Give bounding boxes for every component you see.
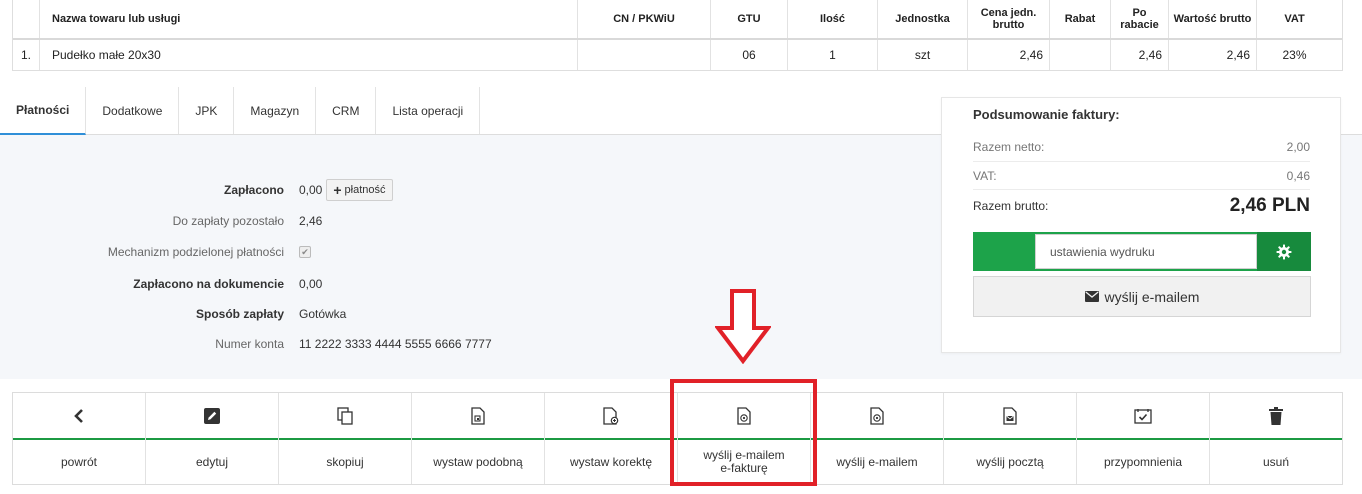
table-row[interactable]: 1. Pudełko małe 20x30 06 1 szt 2,46 2,46… (13, 40, 1342, 70)
header-vat: VAT (1284, 13, 1305, 25)
invoice-items-table: Nazwa towaru lub usługi CN / PKWiU GTU I… (12, 0, 1343, 71)
vat-label: VAT: (973, 168, 997, 183)
edit-label: edytuj (195, 454, 229, 469)
print-settings-field[interactable]: ustawienia wydruku (1035, 234, 1265, 269)
paid-on-document-value: 0,00 (299, 277, 323, 291)
cell-qty: 1 (788, 40, 878, 70)
header-gtu: GTU (711, 0, 788, 38)
tab-dodatkowe[interactable]: Dodatkowe (86, 87, 180, 134)
send-email-button[interactable]: wyślij e-mailem (973, 276, 1311, 317)
payment-method-label: Sposób zapłaty (195, 307, 284, 321)
paid-label: Zapłacono (223, 183, 284, 197)
tab-lista-operacji[interactable]: Lista operacji (376, 87, 481, 134)
envelope-icon (1084, 291, 1099, 302)
cell-gross-value: 2,46 (1169, 40, 1257, 70)
net-value: 2,00 (1286, 139, 1310, 154)
cell-gtu: 06 (711, 40, 788, 70)
gear-icon (1276, 244, 1292, 259)
header-unit: Jednostka (878, 0, 968, 38)
cell-name: Pudełko małe 20x30 (40, 40, 578, 70)
header-qty: Ilość (788, 0, 878, 38)
split-payment-label: Mechanizm podzielonej płatności (107, 245, 284, 259)
header-discount: Rabat (1050, 0, 1111, 38)
header-lp (13, 0, 40, 38)
remaining-row: Do zapłaty pozostało 2,46 (0, 211, 700, 231)
paid-on-document-label: Zapłacono na dokumencie (133, 277, 284, 291)
cell-discount (1050, 40, 1111, 70)
copy-button[interactable]: skopiuj (279, 393, 412, 484)
paid-on-document-row: Zapłacono na dokumencie 0,00 (0, 274, 700, 294)
back-button[interactable]: powrót (13, 393, 146, 484)
issue-correction-button[interactable]: wystaw korektę (545, 393, 678, 484)
delete-button[interactable]: usuń (1210, 393, 1342, 484)
gross-label: Razem brutto: (973, 199, 1049, 213)
payment-method-row: Sposób zapłaty Gotówka (0, 304, 700, 324)
issue-correction-label: wystaw korektę (569, 454, 653, 469)
cell-vat: 23% (1282, 48, 1307, 62)
annotation-highlight-box (670, 379, 817, 486)
header-gross-value: Wartość brutto (1169, 0, 1257, 38)
payment-method-value: Gotówka (299, 307, 347, 321)
remaining-value: 2,46 (299, 214, 323, 228)
reminders-button[interactable]: przypomnienia (1077, 393, 1210, 484)
print-settings-button[interactable] (1257, 232, 1311, 271)
back-label: powrót (60, 454, 98, 469)
summary-title: Podsumowanie faktury: (973, 107, 1120, 122)
cell-cn (578, 40, 711, 70)
plus-icon: + (333, 182, 342, 198)
cell-unit-price: 2,46 (968, 40, 1050, 70)
remaining-label: Do zapłaty pozostało (172, 214, 284, 228)
document-similar-icon (471, 406, 485, 425)
chevron-left-icon (74, 408, 83, 423)
edit-button[interactable]: edytuj (146, 393, 279, 484)
summary-net-row: Razem netto: 2,00 (973, 132, 1310, 162)
document-at-icon (870, 406, 884, 425)
add-payment-label: płatność (344, 184, 386, 196)
trash-icon (1269, 406, 1283, 425)
tab-crm[interactable]: CRM (316, 87, 377, 134)
account-number-label: Numer konta (215, 337, 284, 351)
document-correction-icon (603, 406, 619, 425)
send-email-label: wyślij e-mailem (1104, 288, 1200, 305)
summary-vat-row: VAT: 0,46 (973, 162, 1310, 190)
add-payment-button[interactable]: + płatność (326, 179, 393, 201)
print-settings-bar: ustawienia wydruku (973, 232, 1311, 271)
cell-unit: szt (878, 40, 968, 70)
reminders-label: przypomnienia (1103, 454, 1183, 469)
account-number-row: Numer konta 11 2222 3333 4444 5555 6666 … (0, 334, 700, 354)
vat-value: 0,46 (1286, 168, 1310, 183)
table-header-row: Nazwa towaru lub usługi CN / PKWiU GTU I… (13, 0, 1342, 40)
annotation-arrow (715, 289, 771, 364)
paid-value: 0,00 (299, 183, 323, 197)
net-label: Razem netto: (973, 139, 1045, 154)
copy-label: skopiuj (326, 454, 364, 469)
header-after-discount: Po rabacie (1111, 0, 1169, 38)
cell-lp: 1. (13, 40, 40, 70)
header-name: Nazwa towaru lub usługi (40, 0, 578, 38)
send-by-post-button[interactable]: wyślij pocztą (944, 393, 1077, 484)
document-mail-icon (1003, 406, 1017, 425)
delete-label: usuń (1262, 454, 1290, 469)
calendar-check-icon (1134, 408, 1152, 424)
cell-after-discount: 2,46 (1111, 40, 1169, 70)
header-unit-price: Cena jedn. brutto (968, 0, 1050, 38)
copy-icon (337, 406, 353, 425)
account-number-value: 11 2222 3333 4444 5555 6666 7777 (299, 337, 492, 351)
send-by-post-label: wyślij pocztą (976, 454, 1044, 469)
issue-similar-label: wystaw podobną (433, 454, 523, 469)
invoice-summary-card: Podsumowanie faktury: Razem netto: 2,00 … (941, 97, 1341, 353)
edit-icon (204, 407, 220, 424)
split-payment-checkbox[interactable]: ✔ (299, 246, 311, 258)
tab-jpk[interactable]: JPK (179, 87, 235, 134)
summary-gross-row: Razem brutto: 2,46 PLN (973, 190, 1310, 222)
send-email-action-button[interactable]: wyślij e-mailem (811, 393, 944, 484)
split-payment-row: Mechanizm podzielonej płatności ✔ (0, 242, 700, 262)
header-cn: CN / PKWiU (578, 0, 711, 38)
tab-platnosci[interactable]: Płatności (0, 87, 87, 135)
paid-row: Zapłacono 0,00 + płatność (0, 179, 700, 201)
send-email-action-label: wyślij e-mailem (836, 454, 918, 469)
gross-value: 2,46 PLN (1229, 195, 1310, 216)
issue-similar-button[interactable]: wystaw podobną (412, 393, 545, 484)
tab-magazyn[interactable]: Magazyn (234, 87, 317, 134)
